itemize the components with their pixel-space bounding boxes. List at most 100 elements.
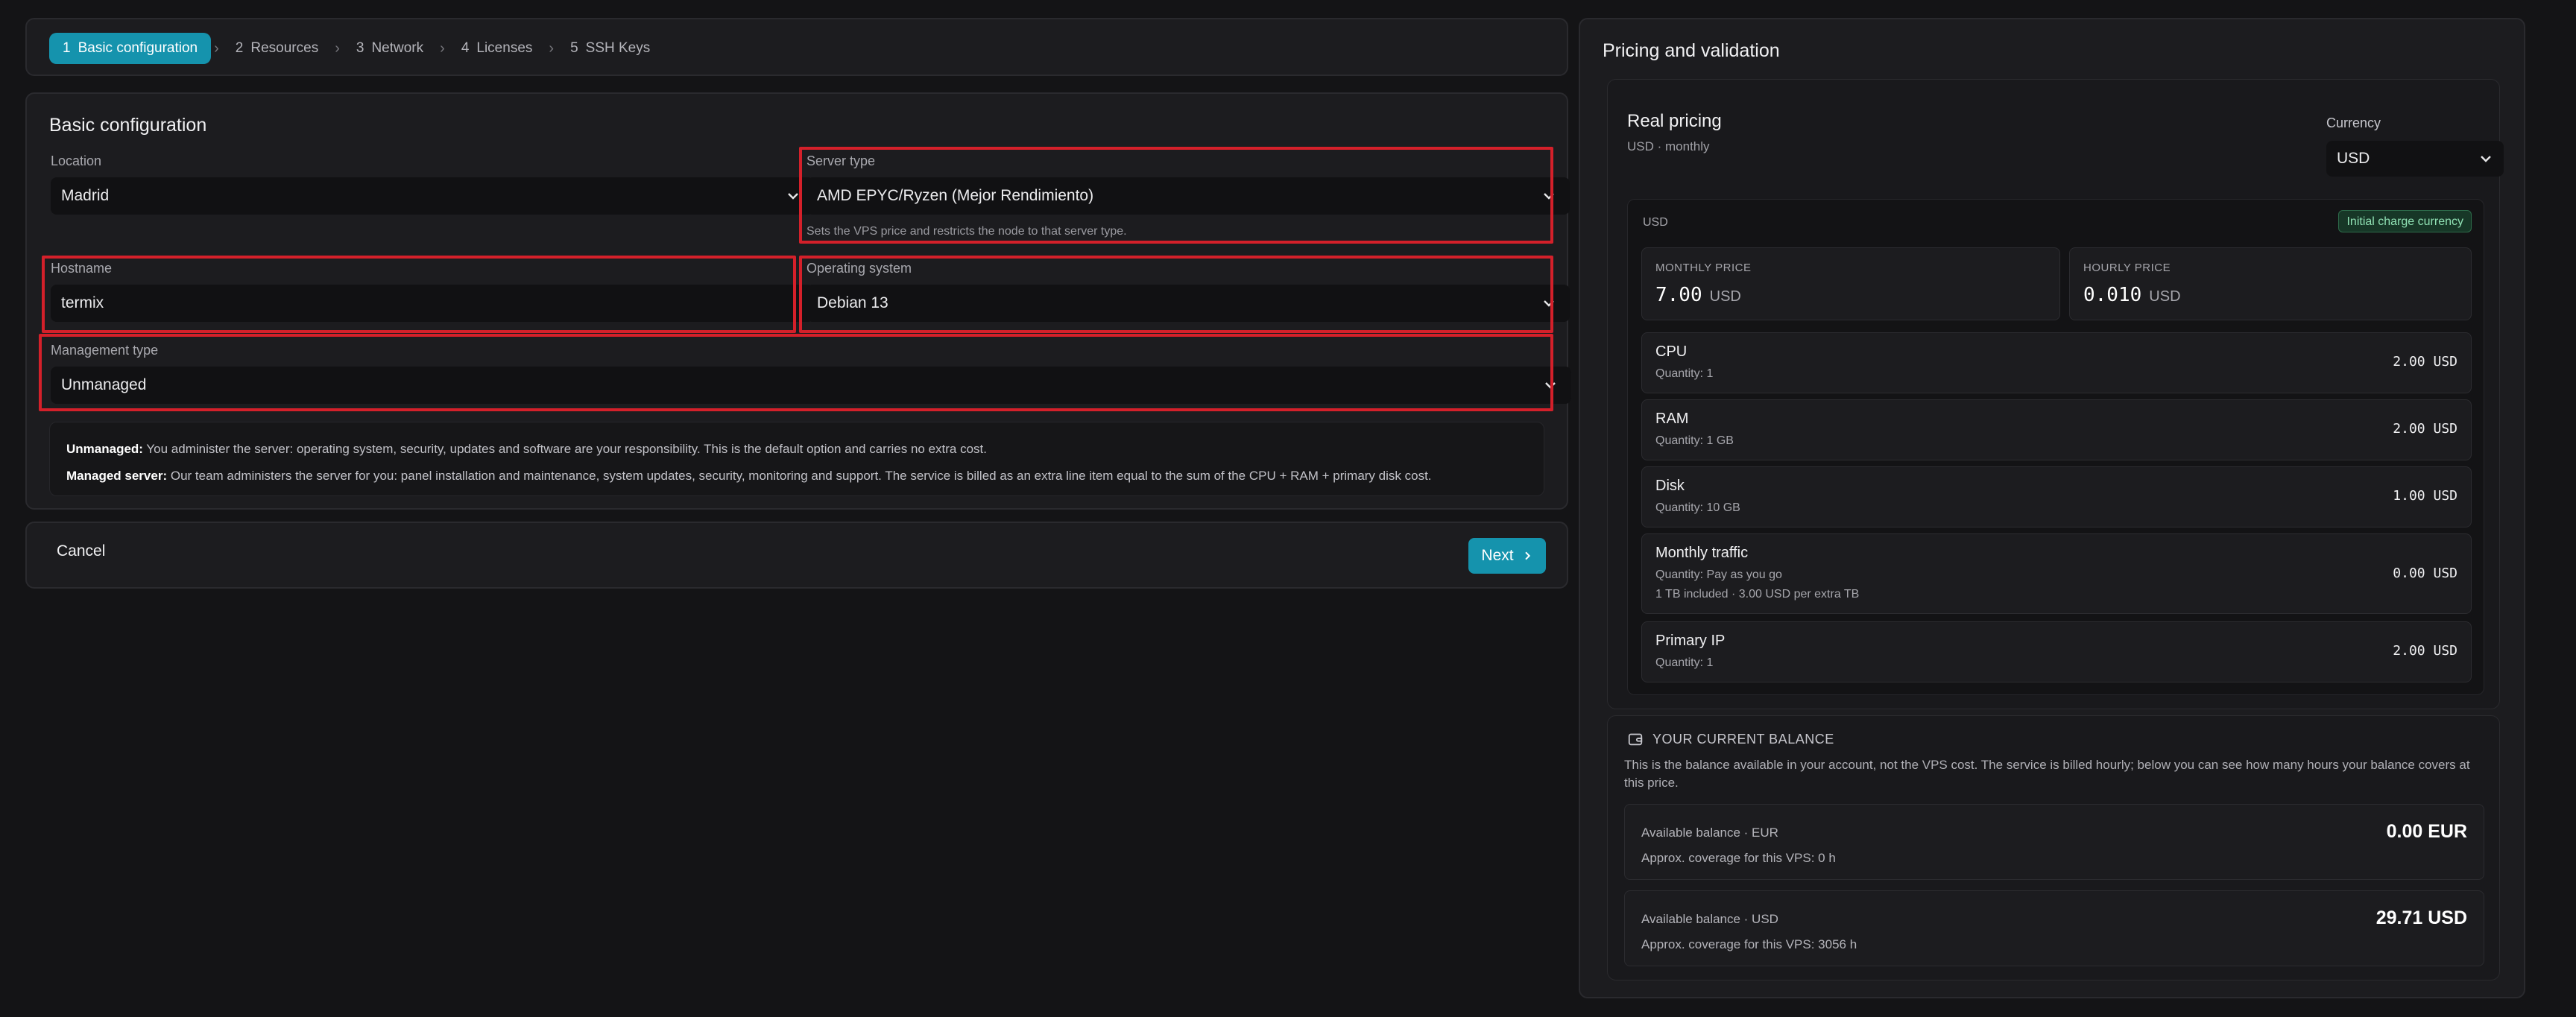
- cancel-button[interactable]: Cancel: [57, 542, 105, 560]
- initial-charge-badge: Initial charge currency: [2338, 210, 2472, 232]
- chevron-right-icon: ›: [440, 39, 445, 57]
- currency-select[interactable]: USD: [2326, 141, 2504, 177]
- location-value: Madrid: [61, 187, 110, 204]
- step-number: 1: [63, 40, 71, 56]
- line-item-cpu: CPU Quantity: 1 2.00 USD: [1641, 332, 2472, 393]
- next-button[interactable]: Next: [1468, 538, 1546, 574]
- management-info-box: Unmanaged: You administer the server: op…: [49, 422, 1544, 496]
- basic-configuration-card: Basic configuration Location Madrid Serv…: [25, 92, 1571, 510]
- chevron-down-icon: [1544, 193, 1554, 200]
- balance-header: YOUR CURRENT BALANCE: [1627, 731, 1834, 747]
- hourly-price-value: 0.010 USD: [2083, 284, 2181, 306]
- chevron-down-icon: [2481, 156, 2491, 162]
- hostname-value: termix: [61, 294, 104, 311]
- balance-amount: 0.00 EUR: [2386, 821, 2467, 842]
- actions-card: Cancel Next: [25, 522, 1568, 589]
- hostname-label: Hostname: [51, 261, 113, 276]
- line-item-disk: Disk Quantity: 10 GB 1.00 USD: [1641, 466, 2472, 527]
- line-item-quantity: Quantity: 1: [1655, 656, 1714, 669]
- real-pricing-title: Real pricing: [1627, 111, 1722, 131]
- balance-title: YOUR CURRENT BALANCE: [1652, 731, 1834, 747]
- current-balance-card: YOUR CURRENT BALANCE This is the balance…: [1607, 715, 2500, 980]
- step-label: SSH Keys: [585, 40, 651, 56]
- line-item-primary-ip: Primary IP Quantity: 1 2.00 USD: [1641, 621, 2472, 682]
- step-label: Resources: [250, 40, 319, 56]
- server-type-hint: Sets the VPS price and restricts the nod…: [806, 225, 1127, 238]
- operating-system-label: Operating system: [806, 261, 912, 276]
- line-item-ram: RAM Quantity: 1 GB 2.00 USD: [1641, 399, 2472, 460]
- currency-value: USD: [2337, 150, 2370, 167]
- wallet-icon: [1628, 733, 1643, 746]
- location-label: Location: [51, 153, 102, 168]
- balance-amount: 29.71 USD: [2375, 907, 2467, 928]
- breakdown-currency: USD: [1643, 216, 1668, 229]
- step-resources[interactable]: 2 Resources: [222, 33, 332, 64]
- monthly-price-label: MONTHLY PRICE: [1655, 262, 1752, 274]
- line-item-extra: 1 TB included · 3.00 USD per extra TB: [1655, 588, 1860, 601]
- monthly-price-tile: MONTHLY PRICE 7.00 USD: [1641, 247, 2060, 320]
- balance-eur-tile: Available balance · EUR Approx. coverage…: [1624, 804, 2484, 880]
- chevron-right-icon: [1524, 551, 1530, 560]
- step-network[interactable]: 3 Network: [343, 33, 437, 64]
- monthly-price-value: 7.00 USD: [1655, 284, 1741, 306]
- stepper-card: 1 Basic configuration › 2 Resources › 3 …: [25, 18, 1568, 76]
- balance-label: Available balance · USD: [1641, 912, 1778, 926]
- line-item-name: CPU: [1655, 343, 1688, 360]
- chevron-right-icon: ›: [335, 39, 340, 57]
- step-number: 2: [235, 40, 244, 56]
- balance-coverage: Approx. coverage for this VPS: 3056 h: [1641, 937, 1857, 951]
- line-item-quantity: Quantity: 10 GB: [1655, 501, 1740, 514]
- line-item-name: Disk: [1655, 478, 1685, 494]
- chevron-down-icon: [1545, 382, 1556, 389]
- currency-label: Currency: [2326, 115, 2381, 130]
- line-item-name: Primary IP: [1655, 633, 1726, 649]
- line-item-price: 2.00 USD: [2393, 354, 2457, 370]
- real-pricing-card: Real pricing USD · monthly Currency USD …: [1607, 79, 2504, 709]
- line-item-name: RAM: [1655, 411, 1689, 427]
- management-type-label: Management type: [51, 343, 159, 358]
- location-select[interactable]: Madrid: [51, 177, 814, 215]
- line-item-price: 2.00 USD: [2393, 643, 2457, 659]
- management-type-select[interactable]: Unmanaged: [51, 367, 1571, 404]
- balance-label: Available balance · EUR: [1641, 826, 1778, 840]
- operating-system-value: Debian 13: [817, 294, 888, 311]
- line-item-quantity: Quantity: 1 GB: [1655, 434, 1734, 447]
- server-type-select[interactable]: AMD EPYC/Ryzen (Mejor Rendimiento): [806, 177, 1570, 215]
- line-item-name: Monthly traffic: [1655, 545, 1749, 561]
- hourly-price-tile: HOURLY PRICE 0.010 USD: [2069, 247, 2472, 320]
- line-item-price: 1.00 USD: [2393, 488, 2457, 504]
- hostname-input[interactable]: termix: [51, 285, 814, 322]
- next-label: Next: [1481, 547, 1514, 564]
- stepper: 1 Basic configuration › 2 Resources › 3 …: [49, 33, 663, 64]
- managed-description: Managed server: Our team administers the…: [66, 469, 1432, 483]
- chevron-right-icon: ›: [214, 39, 219, 57]
- balance-description: This is the balance available in your ac…: [1624, 758, 2470, 790]
- management-type-value: Unmanaged: [61, 376, 147, 393]
- operating-system-select[interactable]: Debian 13: [806, 285, 1570, 322]
- pricing-panel: Pricing and validation Real pricing USD …: [1579, 18, 2525, 998]
- step-number: 3: [356, 40, 364, 56]
- hourly-price-label: HOURLY PRICE: [2083, 262, 2171, 274]
- step-label: Basic configuration: [78, 40, 198, 56]
- line-item-quantity: Quantity: Pay as you go: [1655, 568, 1782, 581]
- section-title: Basic configuration: [49, 115, 207, 136]
- unmanaged-description: Unmanaged: You administer the server: op…: [66, 442, 987, 456]
- pricing-title: Pricing and validation: [1603, 40, 1780, 61]
- line-item-price: 2.00 USD: [2393, 421, 2457, 437]
- server-type-value: AMD EPYC/Ryzen (Mejor Rendimiento): [817, 187, 1094, 204]
- server-type-label: Server type: [806, 153, 876, 168]
- step-label: Licenses: [476, 40, 533, 56]
- step-ssh-keys[interactable]: 5 SSH Keys: [557, 33, 663, 64]
- step-number: 4: [461, 40, 470, 56]
- line-item-quantity: Quantity: 1: [1655, 367, 1714, 380]
- line-item-monthly-traffic: Monthly traffic Quantity: Pay as you go …: [1641, 533, 2472, 614]
- line-item-price: 0.00 USD: [2393, 565, 2457, 581]
- step-basic-configuration[interactable]: 1 Basic configuration: [49, 33, 212, 64]
- step-licenses[interactable]: 4 Licenses: [448, 33, 546, 64]
- balance-usd-tile: Available balance · USD Approx. coverage…: [1624, 890, 2484, 966]
- balance-coverage: Approx. coverage for this VPS: 0 h: [1641, 851, 1836, 865]
- real-pricing-subtitle: USD · monthly: [1627, 139, 1710, 153]
- step-number: 5: [570, 40, 578, 56]
- price-breakdown: USD Initial charge currency MONTHLY PRIC…: [1627, 199, 2484, 695]
- chevron-down-icon: [788, 193, 798, 200]
